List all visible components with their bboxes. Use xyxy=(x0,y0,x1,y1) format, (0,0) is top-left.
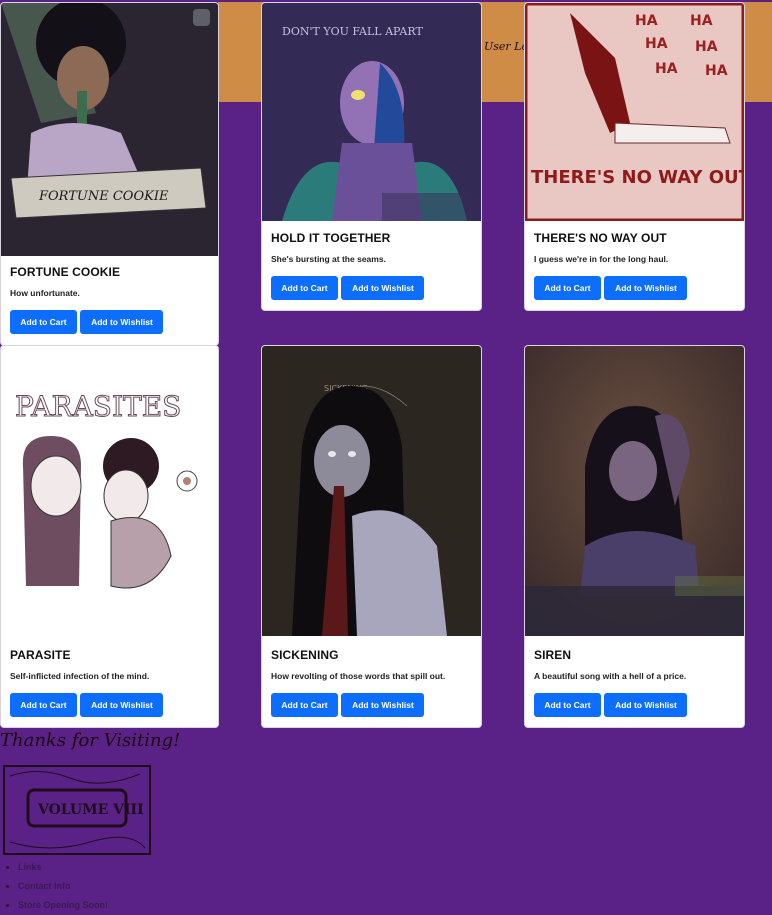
svg-text:HA: HA xyxy=(635,13,658,29)
add-to-wishlist-button[interactable]: Add to Wishlist xyxy=(604,693,688,717)
footer-link-links[interactable]: Links xyxy=(18,858,108,877)
product-description: A beautiful song with a hell of a price. xyxy=(534,671,687,681)
product-description: How revolting of those words that spill … xyxy=(271,671,446,681)
add-to-cart-button[interactable]: Add to Cart xyxy=(271,693,338,717)
add-to-wishlist-button[interactable]: Add to Wishlist xyxy=(80,310,164,334)
svg-text:HA: HA xyxy=(655,61,678,77)
svg-text:THERE'S NO WAY OUT: THERE'S NO WAY OUT xyxy=(531,167,744,188)
add-to-cart-button[interactable]: Add to Cart xyxy=(10,693,77,717)
product-card: HA HA HA HA HA HA THERE'S NO WAY OUT THERE'… xyxy=(524,2,745,311)
add-to-wishlist-button[interactable]: Add to Wishlist xyxy=(341,693,425,717)
product-image-siren[interactable] xyxy=(525,346,744,636)
svg-text:HA: HA xyxy=(705,63,728,79)
add-to-wishlist-button[interactable]: Add to Wishlist xyxy=(80,693,164,717)
product-card: SICKENING SICKENING How revolting of tho… xyxy=(261,345,482,728)
user-login-link[interactable]: User Login xyxy=(484,40,524,53)
product-image-sickening[interactable]: SICKENING xyxy=(262,346,481,636)
product-title: HOLD IT TOGETHER xyxy=(271,231,391,245)
svg-text:HA: HA xyxy=(645,36,668,52)
add-to-wishlist-button[interactable]: Add to Wishlist xyxy=(341,276,425,300)
add-to-cart-button[interactable]: Add to Cart xyxy=(10,310,77,334)
svg-text:HA: HA xyxy=(690,13,713,29)
product-description: I guess we're in for the long haul. xyxy=(534,254,669,264)
footer-link-store[interactable]: Store Opening Soon! xyxy=(18,896,108,915)
svg-text:PARASITES: PARASITES xyxy=(15,390,181,423)
footer-logo: VOLUME VIII xyxy=(0,762,154,858)
svg-text:FORTUNE COOKIE: FORTUNE COOKIE xyxy=(38,189,169,204)
add-to-cart-button[interactable]: Add to Cart xyxy=(534,276,601,300)
product-title: PARASITE xyxy=(10,648,71,662)
svg-text:DON'T YOU FALL APART: DON'T YOU FALL APART xyxy=(282,25,423,38)
add-to-wishlist-button[interactable]: Add to Wishlist xyxy=(604,276,688,300)
product-image-parasite[interactable]: PARASITES xyxy=(1,346,218,636)
add-to-cart-button[interactable]: Add to Cart xyxy=(271,276,338,300)
product-title: THERE'S NO WAY OUT xyxy=(534,231,667,245)
product-card: SIREN A beautiful song with a hell of a … xyxy=(524,345,745,728)
svg-text:HA: HA xyxy=(695,39,718,55)
svg-text:VOLUME VIII: VOLUME VIII xyxy=(37,802,144,818)
product-description: Self-inflicted infection of the mind. xyxy=(10,671,150,681)
product-description: How unfortunate. xyxy=(10,288,80,298)
product-title: FORTUNE COOKIE xyxy=(10,265,121,279)
product-image-hold-it-together[interactable]: DON'T YOU FALL APART xyxy=(262,3,481,221)
product-card: FORTUNE COOKIE FORTUNE COOKIE How unfort… xyxy=(0,2,219,346)
product-card: PARASITES PARASITE Self-inflicted infect… xyxy=(0,345,219,728)
product-title: SICKENING xyxy=(271,648,339,662)
product-image-no-way-out[interactable]: HA HA HA HA HA HA THERE'S NO WAY OUT xyxy=(525,3,744,221)
add-to-cart-button[interactable]: Add to Cart xyxy=(534,693,601,717)
footer-link-contact[interactable]: Contact Info xyxy=(18,877,108,896)
product-image-fortune-cookie[interactable]: FORTUNE COOKIE xyxy=(1,3,218,256)
product-title: SIREN xyxy=(534,648,572,662)
product-description: She's bursting at the seams. xyxy=(271,254,386,264)
footer-title: Thanks for Visiting! xyxy=(0,730,181,751)
product-card: DON'T YOU FALL APART HOLD IT TOGETHER Sh… xyxy=(261,2,482,311)
footer-links: Links Contact Info Store Opening Soon! xyxy=(0,858,108,915)
